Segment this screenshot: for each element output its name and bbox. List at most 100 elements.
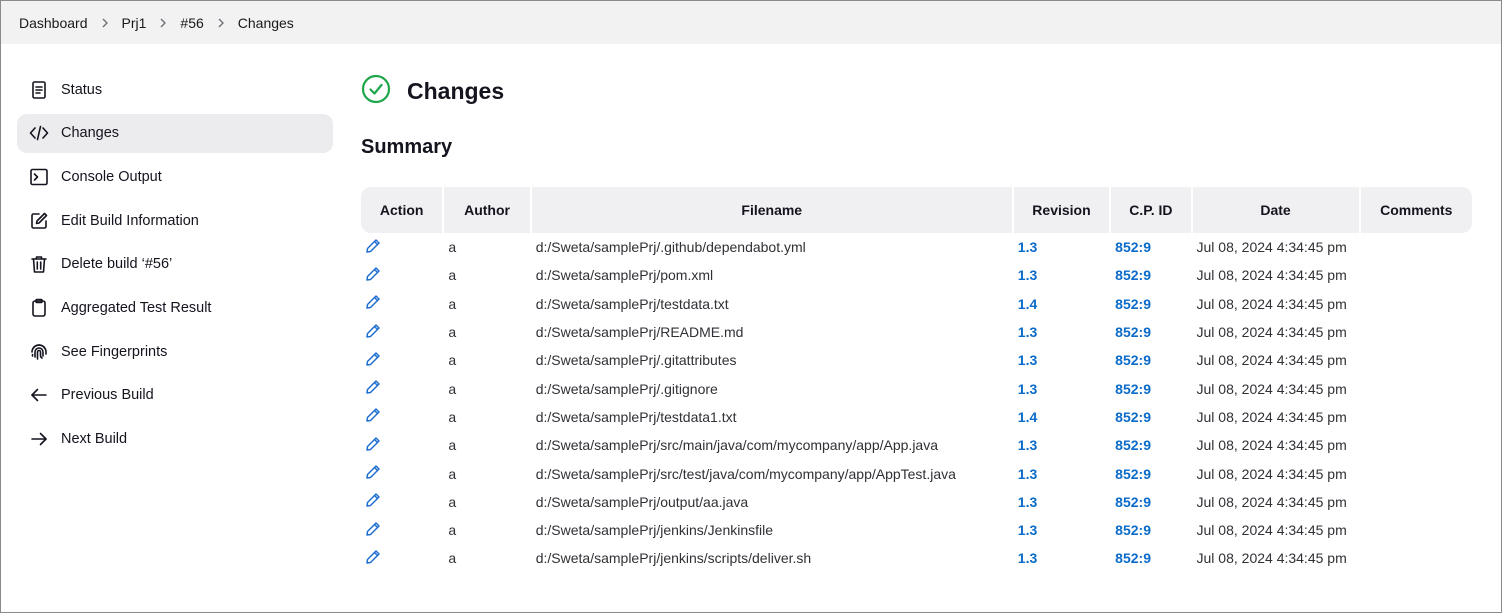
- filename-cell: d:/Sweta/samplePrj/pom.xml: [535, 267, 714, 284]
- revision-link[interactable]: 1.3: [1018, 381, 1037, 397]
- comments-cell: [1361, 488, 1472, 516]
- breadcrumb: Dashboard Prj1 #56 Changes: [19, 1, 294, 44]
- sidebar-item-status[interactable]: Status: [17, 70, 333, 109]
- column-header-author[interactable]: Author: [444, 187, 530, 233]
- changes-table: Action Author Filename Revision C.P. ID …: [359, 187, 1474, 573]
- cp-id-link[interactable]: 852:9: [1115, 352, 1151, 368]
- edit-pencil-icon[interactable]: [365, 436, 381, 452]
- filename-cell: d:/Sweta/samplePrj/README.md: [535, 324, 744, 341]
- cp-id-link[interactable]: 852:9: [1115, 409, 1151, 425]
- cp-id-cell: 852:9: [1111, 346, 1190, 374]
- filename-cell: d:/Sweta/samplePrj/testdata1.txt: [535, 408, 737, 425]
- code-icon: [17, 123, 61, 143]
- edit-pencil-icon[interactable]: [365, 549, 381, 565]
- revision-link[interactable]: 1.3: [1018, 352, 1037, 368]
- revision-cell: 1.3: [1014, 346, 1109, 374]
- chevron-right-icon: [204, 18, 238, 28]
- breadcrumb-build[interactable]: #56: [180, 15, 203, 31]
- edit-pencil-icon[interactable]: [365, 521, 381, 537]
- sidebar-item-console-output[interactable]: Console Output: [17, 157, 333, 196]
- sidebar-item-aggregated-test-result[interactable]: Aggregated Test Result: [17, 288, 333, 327]
- filename-cell: d:/Sweta/samplePrj/src/test/java/com/myc…: [535, 465, 956, 482]
- cp-id-link[interactable]: 852:9: [1115, 522, 1151, 538]
- sidebar-item-label: Aggregated Test Result: [61, 299, 212, 316]
- edit-pencil-icon[interactable]: [365, 492, 381, 508]
- sidebar-item-label: Previous Build: [61, 387, 154, 404]
- revision-link[interactable]: 1.3: [1018, 267, 1037, 283]
- revision-link[interactable]: 1.3: [1018, 466, 1037, 482]
- cp-id-cell: 852:9: [1111, 488, 1190, 516]
- fingerprint-icon: [17, 342, 61, 362]
- edit-pencil-icon[interactable]: [365, 294, 381, 310]
- cp-id-cell: 852:9: [1111, 233, 1190, 261]
- sidebar-item-label: Next Build: [61, 431, 128, 447]
- cp-id-link[interactable]: 852:9: [1115, 494, 1151, 510]
- sidebar-item-see-fingerprints[interactable]: See Fingerprints: [17, 332, 333, 371]
- cp-id-link[interactable]: 852:9: [1115, 466, 1151, 482]
- cp-id-link[interactable]: 852:9: [1115, 550, 1151, 566]
- cp-id-link[interactable]: 852:9: [1115, 324, 1151, 340]
- column-header-cp-id[interactable]: C.P. ID: [1111, 187, 1191, 233]
- cp-id-link[interactable]: 852:9: [1115, 267, 1151, 283]
- edit-pencil-icon[interactable]: [365, 323, 381, 339]
- table-row: a d:/Sweta/samplePrj/.github/dependabot.y…: [361, 233, 1472, 261]
- comments-cell: [1361, 233, 1472, 261]
- revision-cell: 1.3: [1014, 516, 1109, 544]
- breadcrumb-project[interactable]: Prj1: [122, 15, 147, 31]
- breadcrumb-changes[interactable]: Changes: [238, 15, 294, 31]
- comments-cell: [1361, 346, 1472, 374]
- cp-id-link[interactable]: 852:9: [1115, 296, 1151, 312]
- edit-icon: [17, 211, 61, 231]
- revision-link[interactable]: 1.3: [1018, 437, 1037, 453]
- author-cell: a: [448, 522, 457, 539]
- cp-id-link[interactable]: 852:9: [1115, 437, 1151, 453]
- date-cell: Jul 08, 2024 4:34:45 pm: [1196, 550, 1347, 567]
- table-row: a d:/Sweta/samplePrj/src/main/java/com/my…: [361, 431, 1472, 459]
- column-header-revision[interactable]: Revision: [1013, 187, 1110, 233]
- column-header-comments[interactable]: Comments: [1360, 187, 1472, 233]
- filename-cell: d:/Sweta/samplePrj/testdata.txt: [535, 295, 729, 312]
- date-cell: Jul 08, 2024 4:34:45 pm: [1196, 522, 1347, 539]
- edit-pencil-icon[interactable]: [365, 351, 381, 367]
- sidebar-item-previous-build[interactable]: Previous Build: [17, 376, 333, 415]
- author-cell: a: [448, 295, 457, 312]
- sidebar-item-next-build[interactable]: Next Build: [17, 420, 333, 459]
- author-cell: a: [448, 352, 457, 369]
- edit-pencil-icon[interactable]: [365, 238, 381, 254]
- edit-pencil-icon[interactable]: [365, 379, 381, 395]
- revision-link[interactable]: 1.3: [1018, 324, 1037, 340]
- main-content: Changes Summary Action Author Filename R…: [361, 70, 1477, 566]
- revision-link[interactable]: 1.3: [1018, 550, 1037, 566]
- sidebar-item-delete-build[interactable]: Delete build ‘#56’: [17, 245, 333, 284]
- column-header-action[interactable]: Action: [361, 187, 443, 233]
- comments-cell: [1361, 374, 1472, 402]
- sidebar-item-changes[interactable]: Changes: [17, 113, 333, 153]
- cp-id-link[interactable]: 852:9: [1115, 239, 1151, 255]
- table-row: a d:/Sweta/samplePrj/.gitattributes 1.3 852…: [361, 346, 1472, 374]
- terminal-icon: [17, 167, 61, 187]
- revision-cell: 1.4: [1014, 290, 1109, 318]
- sidebar-item-label: Changes: [61, 125, 120, 142]
- comments-cell: [1361, 403, 1472, 431]
- date-cell: Jul 08, 2024 4:34:45 pm: [1196, 493, 1347, 510]
- comments-cell: [1361, 431, 1472, 459]
- date-cell: Jul 08, 2024 4:34:45 pm: [1196, 408, 1347, 425]
- edit-pencil-icon[interactable]: [365, 407, 381, 423]
- column-header-date[interactable]: Date: [1192, 187, 1359, 233]
- revision-link[interactable]: 1.4: [1018, 296, 1037, 312]
- revision-link[interactable]: 1.4: [1018, 409, 1037, 425]
- revision-link[interactable]: 1.3: [1018, 494, 1037, 510]
- revision-link[interactable]: 1.3: [1018, 239, 1037, 255]
- edit-pencil-icon[interactable]: [365, 266, 381, 282]
- table-row: a d:/Sweta/samplePrj/.gitignore 1.3 852:9 Ju…: [361, 374, 1472, 402]
- breadcrumb-dashboard[interactable]: Dashboard: [19, 15, 88, 31]
- revision-cell: 1.3: [1014, 318, 1109, 346]
- edit-pencil-icon[interactable]: [365, 464, 381, 480]
- cp-id-link[interactable]: 852:9: [1115, 381, 1151, 397]
- date-cell: Jul 08, 2024 4:34:45 pm: [1196, 352, 1347, 369]
- sidebar-item-edit-build-information[interactable]: Edit Build Information: [17, 201, 333, 240]
- revision-link[interactable]: 1.3: [1018, 522, 1037, 538]
- table-row: a d:/Sweta/samplePrj/testdata1.txt 1.4 852:…: [361, 403, 1472, 431]
- success-check-icon: [361, 74, 391, 109]
- column-header-filename[interactable]: Filename: [531, 187, 1012, 233]
